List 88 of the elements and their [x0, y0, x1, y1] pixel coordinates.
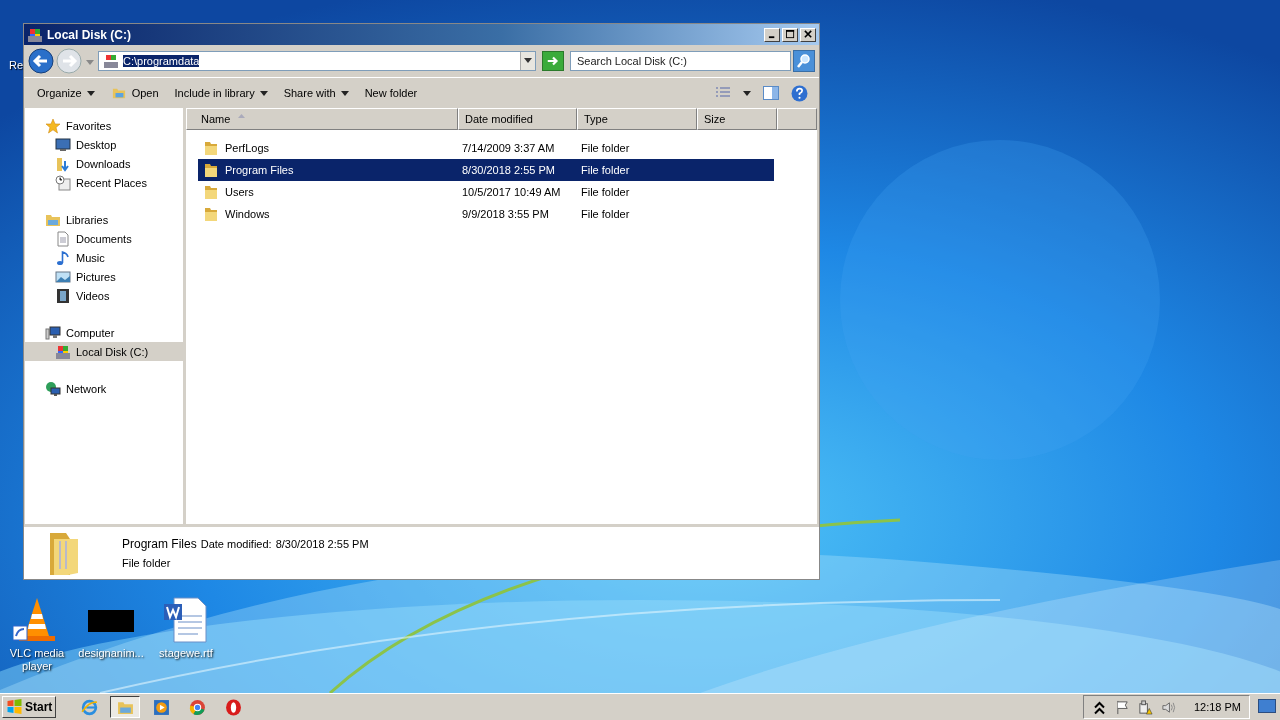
toolbar-button[interactable]: Share with	[276, 84, 356, 102]
film-icon	[55, 287, 71, 304]
navigation-item[interactable]: Network	[25, 379, 183, 398]
document-icon	[55, 230, 71, 247]
folder-icon	[203, 206, 219, 222]
close-icon	[803, 30, 813, 39]
caret-icon	[743, 90, 751, 96]
address-dropdown[interactable]	[520, 52, 535, 70]
drive-icon	[103, 53, 119, 69]
maximize-button[interactable]	[782, 27, 798, 42]
recent-places-icon	[55, 174, 71, 191]
toolbar-button[interactable]: Include in library	[167, 84, 275, 102]
browser-icon	[80, 698, 98, 716]
start-button[interactable]: Start	[2, 696, 57, 718]
search-field[interactable]: Search Local Disk (C:)	[569, 51, 792, 71]
navigation-item[interactable]: Documents	[25, 229, 183, 248]
star-icon	[45, 117, 61, 134]
file-row[interactable]: Program Files 8/30/2018 2:55 PM File folder	[198, 159, 774, 181]
date-modified-label: Date modified:	[200, 538, 272, 550]
image-icon	[55, 268, 71, 285]
folder-icon	[203, 162, 219, 178]
navigation-item[interactable]: Downloads	[25, 154, 183, 173]
caret-icon	[524, 58, 532, 64]
navigation-item[interactable]: Favorites	[25, 116, 183, 135]
desktop-icon	[1258, 698, 1276, 713]
network-warning-icon[interactable]	[1137, 699, 1153, 715]
navigation-item[interactable]: Computer	[25, 323, 183, 342]
speaker-icon[interactable]	[1160, 699, 1176, 715]
pane-icon	[763, 86, 779, 100]
back-button[interactable]	[28, 48, 54, 74]
go-button[interactable]	[542, 51, 564, 71]
navigation-item[interactable]: Videos	[25, 286, 183, 305]
download-folder-icon	[55, 155, 71, 172]
folder-icon	[203, 140, 219, 156]
computer-icon	[45, 324, 61, 341]
maximize-icon	[785, 30, 795, 39]
navigation-item[interactable]: Desktop	[25, 135, 183, 154]
toolbar-button[interactable]: Organize	[30, 84, 102, 102]
chrome-icon	[188, 698, 206, 716]
opera-icon	[224, 698, 242, 716]
search-button[interactable]	[793, 50, 815, 72]
date-modified-value: 8/30/2018 2:55 PM	[275, 538, 369, 550]
item-type: File folder	[122, 557, 172, 569]
navigation-item[interactable]: Recent Places	[25, 173, 183, 192]
navigation-item[interactable]: Libraries	[25, 210, 183, 229]
word-document-icon	[162, 596, 210, 644]
minimize-button[interactable]	[764, 27, 780, 42]
window-title: Local Disk (C:)	[47, 27, 132, 42]
media-player-icon	[152, 698, 170, 716]
search-icon	[796, 53, 813, 69]
desktop-shortcut[interactable]: VLC media player	[8, 596, 66, 673]
folder-icon	[203, 184, 219, 200]
caret-icon	[340, 90, 349, 96]
show-desktop-button[interactable]	[1256, 698, 1278, 716]
column-header[interactable]: Type	[577, 108, 697, 130]
clock[interactable]: 12:18 PM	[1183, 701, 1241, 713]
desktop-icon-label: Re	[9, 59, 24, 71]
flag-icon[interactable]	[1114, 699, 1130, 715]
address-text: C:\programdata	[123, 55, 200, 67]
drive-icon	[27, 26, 43, 43]
address-field[interactable]: C:\programdata	[98, 51, 536, 71]
windows-logo-icon	[6, 699, 23, 715]
column-header[interactable]: Date modified	[458, 108, 577, 130]
network-icon	[45, 380, 61, 397]
toolbar-button[interactable]: Open	[103, 83, 166, 103]
caret-icon	[86, 90, 95, 96]
taskbar-app-button[interactable]	[110, 696, 141, 718]
item-name: Program Files	[122, 537, 197, 551]
column-header[interactable]	[777, 108, 817, 130]
folder-icon	[110, 86, 127, 100]
caret-icon	[259, 90, 268, 96]
file-row[interactable]: PerfLogs 7/14/2009 3:37 AM File folder	[198, 137, 774, 159]
sort-arrow-icon	[238, 114, 246, 118]
list-view-icon	[715, 86, 731, 100]
column-header[interactable]: Size	[697, 108, 777, 130]
navigation-item[interactable]: Pictures	[25, 267, 183, 286]
navigation-item[interactable]: Local Disk (C:)	[25, 342, 183, 361]
navigation-item[interactable]: Music	[25, 248, 183, 267]
file-row[interactable]: Users 10/5/2017 10:49 AM File folder	[198, 181, 774, 203]
monitor-icon	[55, 136, 71, 153]
file-row[interactable]: Windows 9/9/2018 3:55 PM File folder	[198, 203, 774, 225]
drive-icon	[55, 343, 71, 360]
toolbar-button[interactable]: New folder	[357, 84, 425, 102]
caret-icon	[86, 59, 94, 66]
music-note-icon	[55, 249, 71, 266]
close-button[interactable]	[800, 27, 816, 42]
column-header[interactable]: Name	[186, 108, 458, 130]
help-icon	[791, 84, 808, 102]
